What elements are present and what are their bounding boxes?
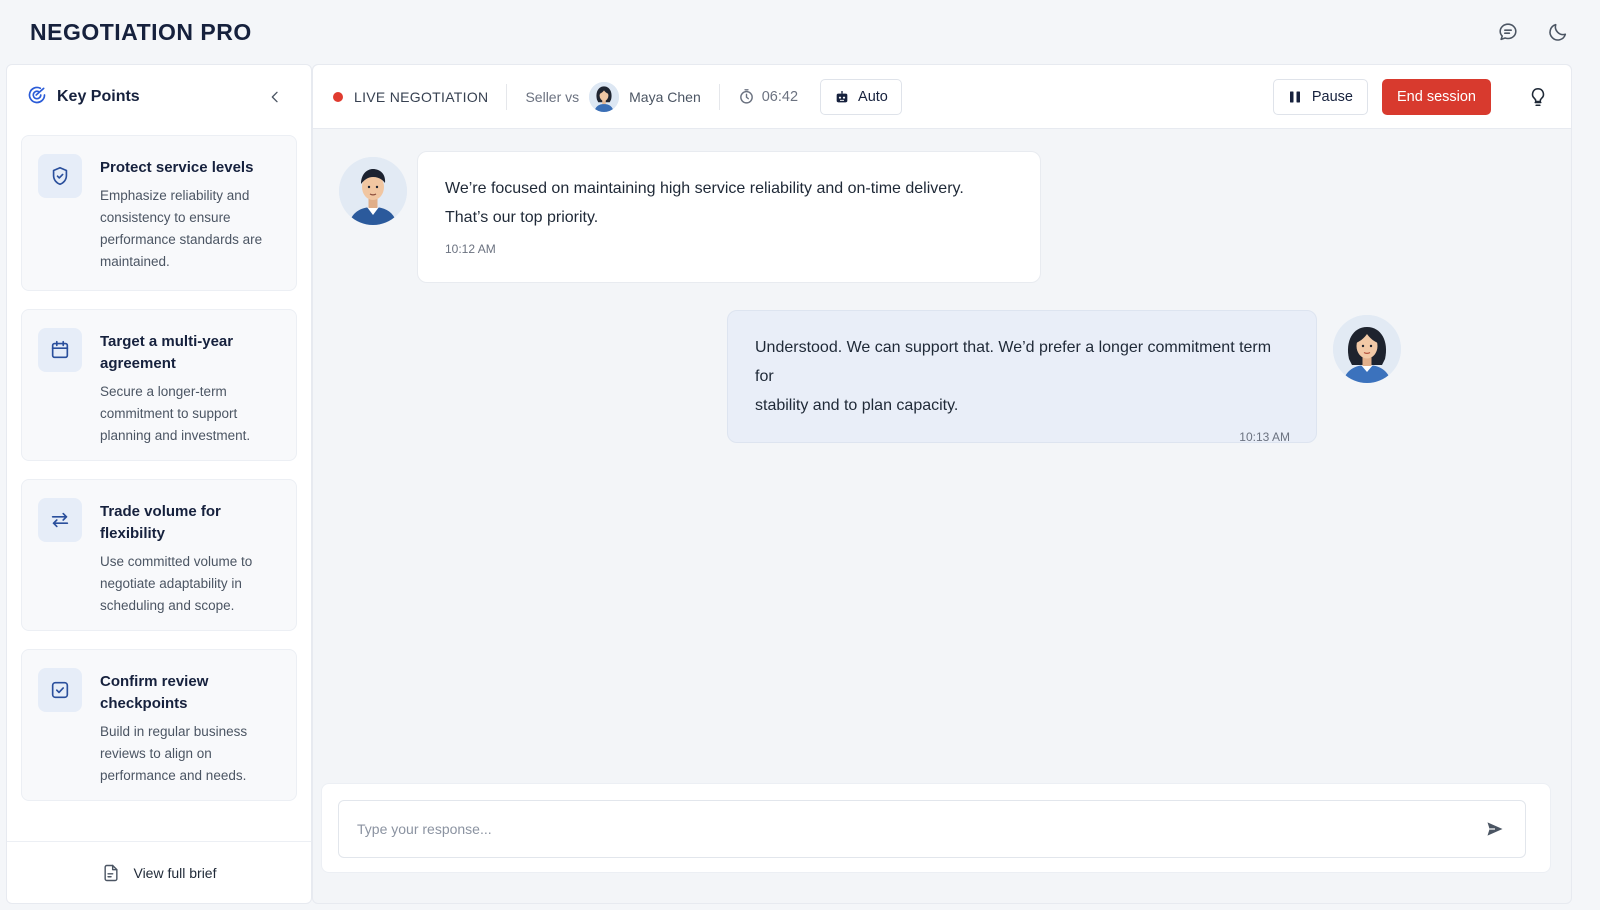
negotiation-panel: LIVE NEGOTIATION Seller vs Maya Chen 06:… bbox=[312, 64, 1572, 904]
counterpart-avatar bbox=[589, 81, 620, 112]
timer-value: 06:42 bbox=[761, 88, 799, 105]
document-icon bbox=[101, 863, 121, 883]
user-avatar bbox=[1333, 315, 1401, 383]
key-point-title: Target a multi-year agreement bbox=[100, 333, 234, 372]
message-time: 10:13 AM bbox=[1239, 430, 1290, 444]
key-point-card[interactable]: Confirm review checkpoints Build in regu… bbox=[21, 649, 297, 801]
key-point-card[interactable]: Protect service levels Emphasize reliabi… bbox=[21, 135, 297, 291]
calendar-icon bbox=[38, 328, 82, 372]
divider bbox=[506, 83, 508, 110]
key-point-description: Build in regular business reviews to ali… bbox=[100, 724, 248, 783]
pause-icon bbox=[1288, 90, 1302, 104]
lightbulb-icon[interactable] bbox=[1525, 84, 1551, 110]
key-points-list: Protect service levels Emphasize reliabi… bbox=[7, 129, 311, 841]
key-points-sidebar: Key Points Protect service levels Emphas… bbox=[6, 64, 312, 904]
app-header: NEGOTIATION PRO bbox=[0, 0, 1600, 64]
pause-label: Pause bbox=[1311, 88, 1353, 105]
collapse-chevron-icon[interactable] bbox=[267, 89, 283, 105]
key-point-card[interactable]: Trade volume for flexibility Use committ… bbox=[21, 479, 297, 631]
swap-arrows-icon bbox=[38, 498, 82, 542]
auto-mode-label: Auto bbox=[858, 88, 888, 105]
sidebar-header: Key Points bbox=[7, 65, 311, 129]
live-dot-icon bbox=[333, 91, 343, 102]
robot-icon bbox=[834, 89, 850, 105]
key-point-title: Confirm review checkpoints bbox=[100, 673, 209, 712]
seller-prefix: Seller vs bbox=[525, 88, 580, 105]
app-title: NEGOTIATION PRO bbox=[30, 18, 252, 45]
pause-button[interactable]: Pause bbox=[1272, 78, 1368, 115]
target-icon bbox=[27, 85, 47, 110]
message-text-line: Understood. We can support that. We’d pr… bbox=[755, 339, 1272, 385]
key-point-description: Use committed volume to negotiate adapta… bbox=[100, 554, 253, 613]
key-point-title: Protect service levels bbox=[100, 159, 254, 176]
message-text-line: stability and to plan capacity. bbox=[755, 397, 959, 414]
message-time: 10:12 AM bbox=[445, 242, 496, 256]
key-point-title: Trade volume for flexibility bbox=[100, 503, 221, 542]
view-full-brief-label: View full brief bbox=[133, 864, 217, 881]
send-icon[interactable] bbox=[1483, 817, 1507, 841]
key-point-card[interactable]: Target a multi-year agreement Secure a l… bbox=[21, 309, 297, 461]
participants: Seller vs Maya Chen bbox=[525, 81, 701, 112]
sidebar-title: Key Points bbox=[57, 88, 140, 105]
composer bbox=[338, 800, 1526, 858]
auto-mode-button[interactable]: Auto bbox=[820, 78, 902, 115]
composer-area bbox=[321, 783, 1551, 873]
moon-icon[interactable] bbox=[1546, 20, 1570, 44]
divider bbox=[718, 83, 720, 110]
session-timer: 06:42 bbox=[738, 88, 798, 105]
sidebar-title-group: Key Points bbox=[27, 85, 140, 110]
stopwatch-icon bbox=[738, 88, 755, 105]
live-label: LIVE NEGOTIATION bbox=[354, 88, 489, 105]
incoming-message: We’re focused on maintaining high servic… bbox=[417, 151, 1041, 283]
session-toolbar: LIVE NEGOTIATION Seller vs Maya Chen 06:… bbox=[313, 65, 1571, 129]
key-point-description: Emphasize reliability and consistency to… bbox=[100, 188, 263, 269]
response-input[interactable] bbox=[357, 821, 1483, 837]
end-session-button[interactable]: End session bbox=[1382, 78, 1491, 115]
view-full-brief-button[interactable]: View full brief bbox=[7, 841, 311, 903]
key-point-description: Secure a longer-term commitment to suppo… bbox=[100, 384, 251, 443]
counterpart-name: Maya Chen bbox=[629, 88, 701, 105]
message-text-line: We’re focused on maintaining high servic… bbox=[445, 180, 964, 197]
chat-bubble-icon[interactable] bbox=[1496, 20, 1520, 44]
live-status: LIVE NEGOTIATION bbox=[333, 89, 488, 105]
seller-avatar bbox=[339, 157, 407, 225]
header-actions bbox=[1496, 20, 1570, 44]
shield-check-icon bbox=[38, 154, 82, 198]
message-text-line: That’s our top priority. bbox=[445, 209, 599, 226]
checkbox-icon bbox=[38, 668, 82, 712]
session-controls: Pause End session bbox=[1272, 78, 1551, 115]
outgoing-message: Understood. We can support that. We’d pr… bbox=[727, 310, 1317, 444]
